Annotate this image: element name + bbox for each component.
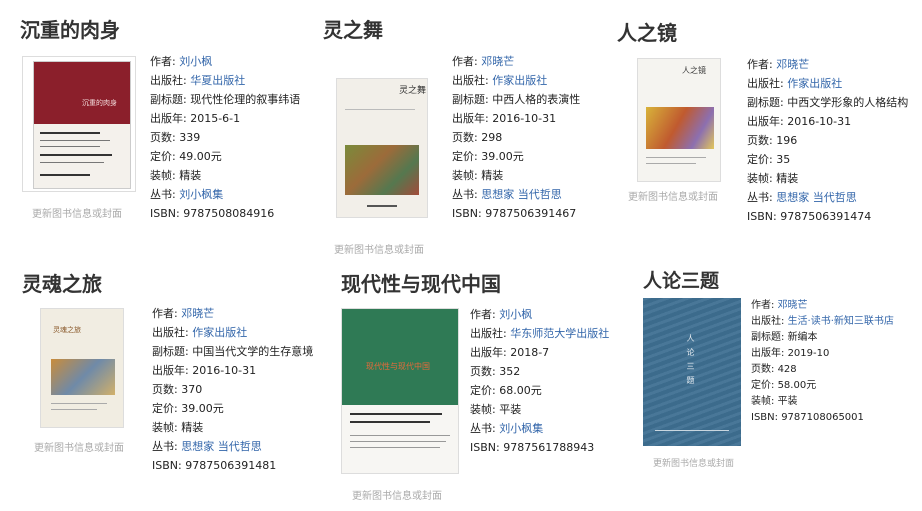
pub-year: 2016-10-31 xyxy=(787,115,852,128)
cover-title: 现代性与现代中国 xyxy=(366,362,430,371)
cover-title: 人论三题 xyxy=(686,334,695,390)
author-link[interactable]: 邓晓芒 xyxy=(776,58,809,71)
subtitle: 中西人格的表演性 xyxy=(492,93,581,106)
author-link[interactable]: 刘小枫 xyxy=(179,55,212,68)
book-cover[interactable]: 灵之舞 xyxy=(336,78,428,218)
isbn: 9787506391481 xyxy=(185,459,277,472)
pages: 339 xyxy=(179,131,201,144)
subtitle: 中国当代文学的生存意境 xyxy=(192,345,314,358)
isbn: 9787108065001 xyxy=(781,412,864,423)
binding: 平装 xyxy=(777,396,798,407)
publisher-link[interactable]: 作家出版社 xyxy=(787,77,842,90)
cover-title: 灵之舞 xyxy=(399,86,427,96)
series-link[interactable]: 当代哲思 xyxy=(218,440,262,453)
isbn: 9787506391474 xyxy=(780,210,872,223)
price: 49.00元 xyxy=(179,150,222,163)
publisher-link[interactable]: 华夏出版社 xyxy=(190,74,245,87)
update-cover-link[interactable]: 更新图书信息或封面 xyxy=(34,439,124,454)
binding: 精装 xyxy=(481,169,504,182)
series-link[interactable]: 思想家 xyxy=(776,191,809,204)
author-link[interactable]: 邓晓芒 xyxy=(778,300,808,311)
pub-year: 2016-10-31 xyxy=(492,112,557,125)
book-cover[interactable]: 人论三题 xyxy=(643,298,741,446)
book-title[interactable]: 灵之舞 xyxy=(323,14,383,43)
book-cover[interactable]: 人之镜 xyxy=(637,58,721,182)
publisher-link[interactable]: 作家出版社 xyxy=(192,326,247,339)
cover-title: 沉重的肉身 xyxy=(82,99,117,107)
pub-year: 2015-6-1 xyxy=(190,112,241,125)
pages: 196 xyxy=(776,134,798,147)
update-cover-link[interactable]: 更新图书信息或封面 xyxy=(352,487,442,502)
book-info: 作者: 刘小枫 出版社: 华夏出版社 副标题: 现代性伦理的叙事纬语 出版年: … xyxy=(150,55,301,220)
update-cover-link[interactable]: 更新图书信息或封面 xyxy=(628,188,718,203)
price: 58.00元 xyxy=(777,380,817,391)
book-title[interactable]: 沉重的肉身 xyxy=(20,14,120,43)
update-cover-link[interactable]: 更新图书信息或封面 xyxy=(32,205,122,220)
pub-year: 2019-10 xyxy=(787,348,830,359)
price: 68.00元 xyxy=(499,384,542,397)
publisher-link[interactable]: 生活·读书·新知三联书店 xyxy=(788,316,894,327)
binding: 平装 xyxy=(499,403,522,416)
book-info: 作者: 邓晓芒 出版社: 作家出版社 副标题: 中西人格的表演性 出版年: 20… xyxy=(452,55,581,220)
book-title[interactable]: 现代性与现代中国 xyxy=(341,268,501,297)
book-info: 作者: 邓晓芒 出版社: 作家出版社 副标题: 中国当代文学的生存意境 出版年:… xyxy=(152,307,314,472)
pages: 370 xyxy=(181,383,203,396)
cover-title: 人之镜 xyxy=(682,66,706,75)
subtitle: 新编本 xyxy=(787,332,818,343)
publisher-link[interactable]: 华东师范大学出版社 xyxy=(510,327,609,340)
book-info: 作者: 邓晓芒 出版社: 生活·读书·新知三联书店 副标题: 新编本 出版年: … xyxy=(751,300,894,423)
subtitle: 现代性伦理的叙事纬语 xyxy=(190,93,301,106)
cover-title: 灵魂之旅 xyxy=(53,326,81,334)
author-link[interactable]: 刘小枫 xyxy=(499,308,532,321)
series-link[interactable]: 当代哲思 xyxy=(518,188,562,201)
pages: 298 xyxy=(481,131,503,144)
price: 39.00元 xyxy=(481,150,524,163)
publisher-link[interactable]: 作家出版社 xyxy=(492,74,547,87)
series-link[interactable]: 刘小枫集 xyxy=(179,188,223,201)
update-cover-link[interactable]: 更新图书信息或封面 xyxy=(653,456,734,469)
binding: 精装 xyxy=(179,169,202,182)
pub-year: 2018-7 xyxy=(510,346,550,359)
series-link[interactable]: 思想家 xyxy=(181,440,214,453)
binding: 精装 xyxy=(776,172,799,185)
book-cover[interactable]: 现代性与现代中国 xyxy=(341,308,459,474)
isbn: 9787506391467 xyxy=(485,207,577,220)
pub-year: 2016-10-31 xyxy=(192,364,257,377)
book-info: 作者: 刘小枫 出版社: 华东师范大学出版社 出版年: 2018-7 页数: 3… xyxy=(470,308,610,454)
book-cover[interactable]: 灵魂之旅 xyxy=(40,308,124,428)
price: 35 xyxy=(776,153,791,166)
subtitle: 中西文学形象的人格结构 xyxy=(787,96,909,109)
pages: 352 xyxy=(499,365,521,378)
book-title[interactable]: 灵魂之旅 xyxy=(22,268,102,297)
series-link[interactable]: 当代哲思 xyxy=(813,191,857,204)
price: 39.00元 xyxy=(181,402,224,415)
author-link[interactable]: 邓晓芒 xyxy=(481,55,514,68)
series-link[interactable]: 刘小枫集 xyxy=(499,422,543,435)
pages: 428 xyxy=(777,364,797,375)
series-link[interactable]: 思想家 xyxy=(481,188,514,201)
book-title[interactable]: 人之镜 xyxy=(617,17,677,46)
book-info: 作者: 邓晓芒 出版社: 作家出版社 副标题: 中西文学形象的人格结构 出版年:… xyxy=(747,58,909,223)
isbn: 9787508084916 xyxy=(183,207,275,220)
author-link[interactable]: 邓晓芒 xyxy=(181,307,214,320)
binding: 精装 xyxy=(181,421,204,434)
book-title[interactable]: 人论三题 xyxy=(643,266,719,293)
update-cover-link[interactable]: 更新图书信息或封面 xyxy=(334,241,424,256)
book-cover[interactable]: 沉重的肉身 xyxy=(22,56,136,192)
isbn: 9787561788943 xyxy=(503,441,595,454)
